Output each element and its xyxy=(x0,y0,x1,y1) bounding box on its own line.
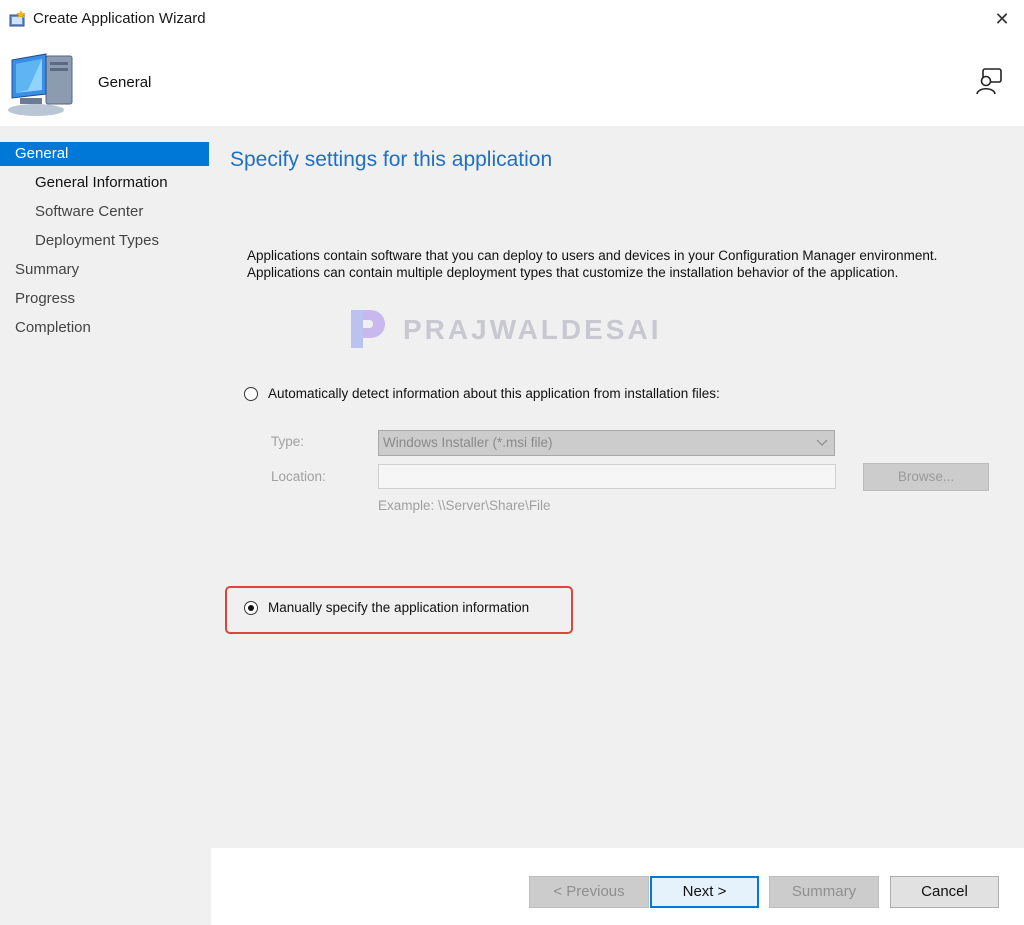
computer-icon xyxy=(8,53,73,116)
auto-detect-label[interactable]: Automatically detect information about t… xyxy=(268,386,720,401)
wizard-sidebar: General General Information Software Cen… xyxy=(0,126,211,925)
nav-item-label: Deployment Types xyxy=(35,232,159,249)
location-example: Example: \\Server\Share\File xyxy=(378,498,551,513)
header-title: General xyxy=(98,74,152,91)
wizard-content: Specify settings for this application Ap… xyxy=(211,126,1024,848)
nav-item-software-center[interactable]: Software Center xyxy=(0,200,209,224)
manual-label[interactable]: Manually specify the application informa… xyxy=(268,600,529,615)
nav-item-progress[interactable]: Progress xyxy=(0,287,209,311)
nav-item-deployment-types[interactable]: Deployment Types xyxy=(0,229,209,253)
nav-item-label: General xyxy=(15,145,69,162)
description-line: Applications contain software that you c… xyxy=(247,248,938,263)
wizard-header: General xyxy=(0,38,1024,126)
cancel-button[interactable]: Cancel xyxy=(890,876,999,908)
auto-detect-radio[interactable] xyxy=(244,387,258,401)
browse-button: Browse... xyxy=(863,463,989,491)
manual-radio[interactable] xyxy=(244,601,258,615)
chevron-down-icon xyxy=(816,439,828,446)
location-label: Location: xyxy=(271,469,326,484)
location-input xyxy=(378,464,836,489)
nav-item-general-information[interactable]: General Information xyxy=(0,171,209,195)
wizard-footer: < Previous Next > Summary Cancel xyxy=(211,848,1024,925)
page-heading: Specify settings for this application xyxy=(230,148,553,171)
watermark-logo-icon xyxy=(351,310,385,348)
nav-item-summary[interactable]: Summary xyxy=(0,258,209,282)
next-button[interactable]: Next > xyxy=(650,876,759,908)
nav-item-label: Summary xyxy=(15,261,80,278)
radio-selected-dot xyxy=(248,605,254,611)
nav-item-general[interactable]: General xyxy=(0,142,209,166)
nav-item-completion[interactable]: Completion xyxy=(0,316,209,340)
close-button[interactable]: ✕ xyxy=(990,8,1014,30)
title-bar: Create Application Wizard ✕ xyxy=(0,0,1024,38)
window-title: Create Application Wizard xyxy=(33,10,206,27)
type-label: Type: xyxy=(271,434,305,449)
type-select-value: Windows Installer (*.msi file) xyxy=(383,435,553,450)
nav-item-label: Progress xyxy=(15,290,76,307)
nav-item-label: Completion xyxy=(15,319,91,336)
watermark: PRAJWALDESAI xyxy=(347,302,687,354)
previous-button: < Previous xyxy=(529,876,649,908)
watermark-text: PRAJWALDESAI xyxy=(403,314,662,345)
description: Applications contain software that you c… xyxy=(247,247,997,281)
wizard-app-icon xyxy=(9,10,26,27)
type-select: Windows Installer (*.msi file) xyxy=(378,430,835,456)
description-line: Applications can contain multiple deploy… xyxy=(247,265,899,280)
nav-item-label: General Information xyxy=(35,174,168,191)
feedback-person-icon[interactable] xyxy=(974,66,1004,96)
close-icon: ✕ xyxy=(994,9,1010,29)
nav-item-label: Software Center xyxy=(35,203,144,220)
summary-button: Summary xyxy=(769,876,879,908)
